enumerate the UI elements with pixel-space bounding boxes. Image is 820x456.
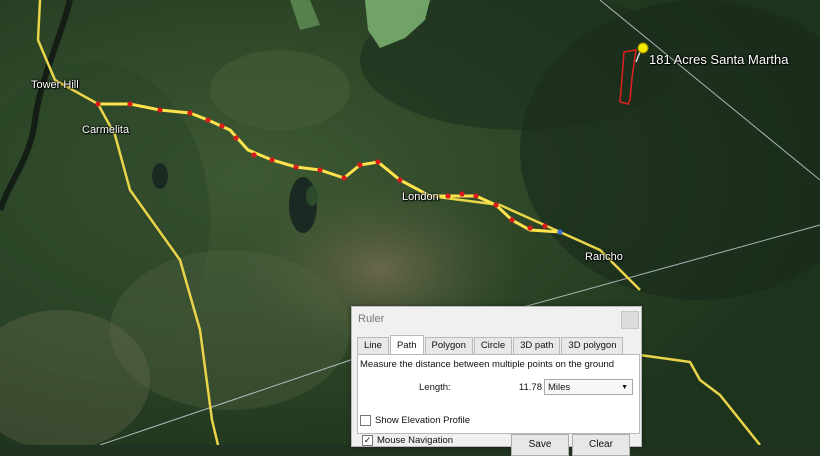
ruler-dialog: Ruler Line Path Polygon Circle 3D path 3… [351, 306, 642, 456]
ruler-titlebar[interactable]: Ruler [352, 307, 641, 331]
placemark-label[interactable]: 181 Acres Santa Martha [649, 52, 788, 67]
length-value: 11.78 [518, 382, 542, 393]
tab-3d-polygon[interactable]: 3D polygon [561, 337, 624, 354]
close-button[interactable] [621, 311, 639, 329]
place-label-tower-hill: Tower Hill [31, 79, 79, 91]
tab-polygon[interactable]: Polygon [424, 337, 473, 354]
length-label: Length: [419, 382, 451, 393]
place-label-london: London [402, 191, 439, 203]
ruler-title: Ruler [358, 313, 385, 325]
unit-select[interactable]: Miles ▼ [544, 379, 633, 395]
unit-select-value: Miles [548, 382, 571, 393]
mouse-navigation-label: Mouse Navigation [377, 435, 454, 446]
mouse-navigation-checkbox[interactable]: ✓ [362, 435, 373, 446]
elevation-profile-row[interactable]: Show Elevation Profile [360, 415, 470, 426]
path-tab-panel: Measure the distance between multiple po… [357, 354, 640, 434]
show-elevation-checkbox[interactable] [360, 415, 371, 426]
tab-3d-path[interactable]: 3D path [513, 337, 561, 354]
tab-circle[interactable]: Circle [473, 337, 513, 354]
place-label-rancho: Rancho [585, 251, 623, 263]
save-button[interactable]: Save [511, 434, 569, 456]
tab-path[interactable]: Path [389, 335, 424, 355]
place-label-carmelita: Carmelita [82, 124, 130, 136]
clear-button[interactable]: Clear [572, 434, 630, 456]
ruler-tabs: Line Path Polygon Circle 3D path 3D poly… [357, 335, 624, 355]
show-elevation-label: Show Elevation Profile [375, 415, 471, 426]
mouse-navigation-row[interactable]: ✓ Mouse Navigation [362, 435, 453, 446]
path-description: Measure the distance between multiple po… [360, 359, 615, 370]
chevron-down-icon: ▼ [621, 384, 628, 391]
tab-line[interactable]: Line [357, 337, 389, 354]
